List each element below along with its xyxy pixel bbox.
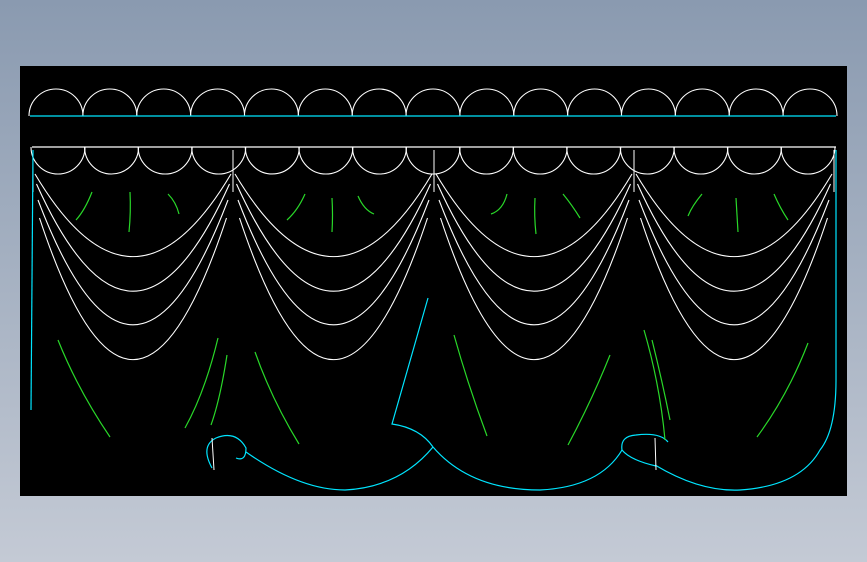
valance-scallop	[619, 146, 675, 175]
band-scallop	[782, 88, 838, 117]
valance-scallop	[673, 146, 729, 175]
swag-arc	[35, 183, 231, 292]
valance-scallop	[726, 146, 782, 175]
valance-scallop	[137, 146, 193, 175]
fold-line	[210, 354, 228, 426]
fold-line	[167, 193, 180, 215]
drape-edge	[245, 446, 434, 491]
top-band-scallops	[28, 88, 838, 117]
band-scallop	[28, 88, 84, 117]
swag-arc	[636, 183, 832, 292]
fold-line	[687, 193, 703, 217]
swag-arc	[238, 217, 429, 361]
fold-line	[490, 193, 508, 215]
drape-edge	[30, 149, 34, 411]
tie-back-line	[211, 437, 215, 471]
swag-arc	[435, 173, 633, 258]
swag-arc	[38, 217, 228, 361]
swag-arc	[639, 217, 829, 361]
valance-scallops	[30, 146, 836, 175]
fold-line	[567, 354, 611, 446]
valance-scallop	[298, 146, 354, 175]
swag-arc	[235, 183, 432, 292]
swag-curves	[32, 150, 835, 361]
band-scallop	[459, 88, 515, 117]
valance-scallop	[30, 146, 86, 175]
band-scallop	[513, 88, 569, 117]
swag-arc	[439, 217, 629, 361]
fold-lines	[57, 191, 809, 446]
drape-edge	[432, 446, 623, 491]
drape-edge	[621, 433, 669, 467]
band-scallop	[243, 88, 299, 117]
band-scallop	[190, 88, 246, 117]
band-scallop	[567, 88, 623, 117]
valance-scallop	[566, 146, 622, 175]
valance-scallop	[191, 146, 247, 175]
fold-line	[357, 195, 375, 215]
valance-scallop	[244, 146, 300, 175]
fold-line	[453, 334, 488, 437]
valance-scallop	[405, 146, 461, 175]
band-scallop	[82, 88, 138, 117]
swag-arc	[234, 173, 433, 258]
fold-line	[184, 337, 219, 429]
fold-line	[286, 193, 306, 221]
band-scallop	[620, 88, 676, 117]
valance-scallop	[512, 146, 568, 175]
fold-line	[57, 339, 111, 438]
valance-scallop	[459, 146, 515, 175]
fold-line	[735, 197, 739, 233]
swag-arc	[34, 173, 232, 258]
band-scallop	[351, 88, 407, 117]
fold-line	[128, 191, 131, 233]
curtain-drawing	[28, 88, 838, 491]
fold-line	[75, 191, 93, 221]
valance-scallop	[351, 146, 407, 175]
swag-arc	[436, 183, 632, 292]
band-scallop	[728, 88, 784, 117]
fold-line	[773, 193, 789, 221]
valance-scallop	[780, 146, 836, 175]
band-scallop	[405, 88, 461, 117]
drape-edge	[654, 150, 837, 491]
band-scallop	[136, 88, 192, 117]
fold-line	[254, 351, 300, 445]
valance-scallop	[84, 146, 140, 175]
band-scallop	[674, 88, 730, 117]
drawing-viewport[interactable]	[20, 66, 847, 496]
drape-edge	[391, 297, 434, 448]
swag-arc	[635, 173, 833, 258]
fold-line	[534, 197, 537, 235]
fold-line	[331, 197, 334, 233]
fold-line	[562, 193, 581, 219]
fold-line	[643, 329, 666, 441]
band-scallop	[297, 88, 353, 117]
fold-line	[756, 342, 809, 438]
